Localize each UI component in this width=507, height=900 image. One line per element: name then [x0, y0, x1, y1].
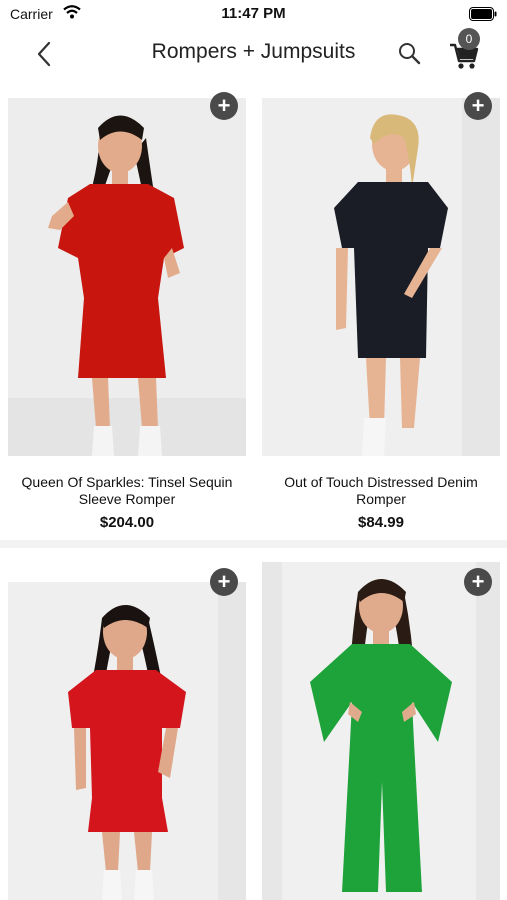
product-photo[interactable] — [8, 98, 246, 456]
product-name[interactable]: Queen Of Sparkles: Tinsel Sequin Sleeve … — [0, 474, 254, 508]
product-card[interactable]: + Queen Of Sparkles: Tinsel Sequin Sleev… — [0, 80, 254, 540]
product-price: $204.00 — [99, 514, 155, 531]
product-card[interactable]: + Out of Touch Distressed Denim Romper $… — [254, 80, 507, 540]
product-price: $84.99 — [358, 514, 404, 531]
product-photo[interactable] — [262, 98, 500, 456]
status-bar: Carrier 11:47 PM — [0, 0, 507, 28]
cart-count-badge: 0 — [458, 28, 480, 50]
battery-icon — [469, 7, 497, 26]
product-photo[interactable] — [8, 582, 246, 900]
add-to-cart-button[interactable]: + — [210, 92, 238, 120]
product-card[interactable]: + — [0, 548, 254, 900]
search-icon[interactable] — [397, 41, 423, 67]
status-time: 11:47 PM — [221, 5, 286, 22]
page-title: Rompers + Jumpsuits — [151, 40, 356, 63]
product-grid: + Queen Of Sparkles: Tinsel Sequin Sleev… — [0, 80, 507, 900]
product-photo[interactable] — [262, 562, 500, 900]
product-name[interactable]: Out of Touch Distressed Denim Romper — [254, 474, 507, 508]
product-card[interactable]: + — [254, 548, 507, 900]
add-to-cart-button[interactable]: + — [210, 568, 238, 596]
add-to-cart-button[interactable]: + — [464, 92, 492, 120]
add-to-cart-button[interactable]: + — [464, 568, 492, 596]
nav-bar: Rompers + Jumpsuits 0 — [0, 28, 507, 80]
